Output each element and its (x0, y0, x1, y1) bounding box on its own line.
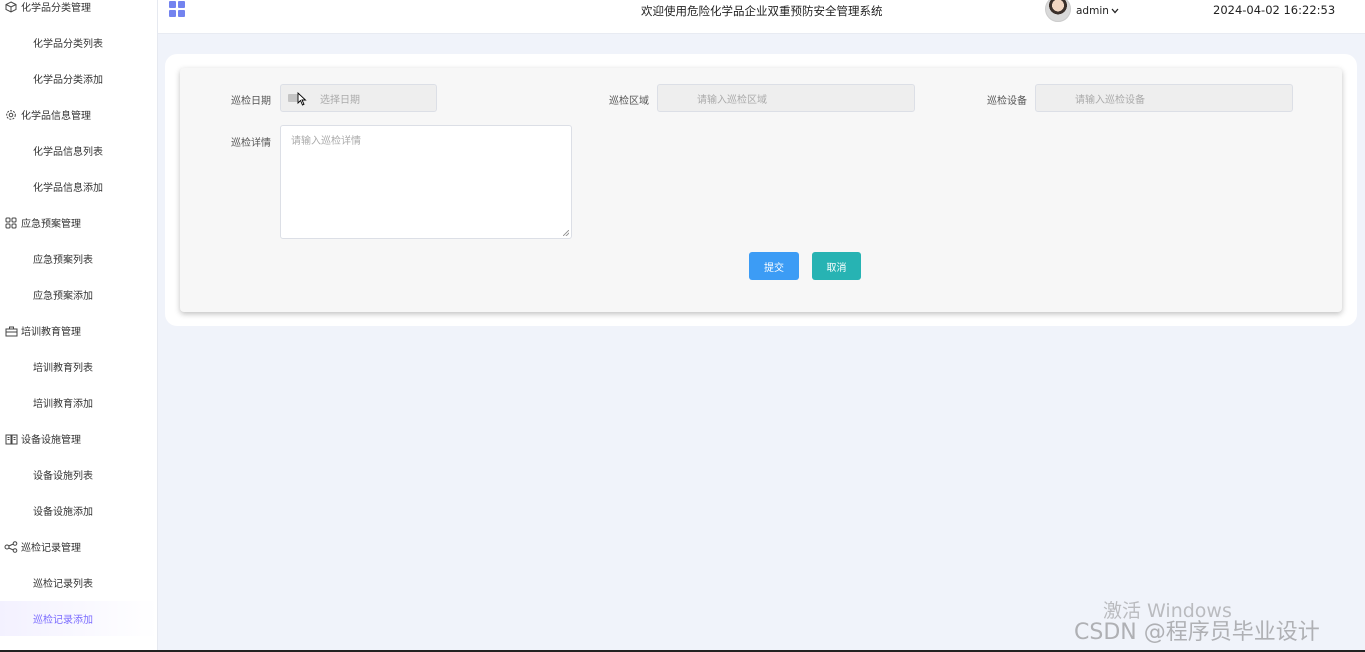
sidebar-group-label: 培训教育管理 (21, 327, 81, 338)
sidebar-item-emergency-plan-list[interactable]: 应急预案列表 (0, 241, 157, 277)
sidebar-group-label: 化学品分类管理 (21, 3, 91, 14)
area-placeholder: 请输入巡检区域 (697, 94, 767, 106)
sidebar-group-chemical-category[interactable]: 化学品分类管理 (0, 0, 157, 25)
cancel-button[interactable]: 取消 (812, 252, 861, 280)
user-menu[interactable]: admin (1076, 5, 1119, 17)
sidebar-item-chemical-info-list[interactable]: 化学品信息列表 (0, 133, 157, 169)
sidebar-item-label: 化学品信息列表 (33, 147, 103, 159)
csdn-watermark: CSDN @程序员毕业设计 (1074, 620, 1320, 645)
book-icon (4, 432, 18, 446)
sidebar-item-label: 培训教育列表 (33, 363, 93, 375)
sidebar-item-label: 培训教育添加 (33, 398, 93, 410)
sidebar-group-chemical-info[interactable]: 化学品信息管理 (0, 96, 157, 133)
sidebar: 化学品分类管理 化学品分类列表 化学品分类添加 化学品信息管理 化学品信息列表 … (0, 0, 158, 652)
sidebar-group-emergency-plan[interactable]: 应急预案管理 (0, 204, 157, 241)
sidebar-item-inspection-list[interactable]: 巡检记录列表 (0, 565, 157, 601)
menu-grid-icon[interactable] (169, 1, 185, 17)
sidebar-item-label: 设备设施添加 (33, 506, 93, 518)
gear-icon (4, 108, 18, 122)
area-input[interactable]: 请输入巡检区域 (657, 84, 915, 112)
sidebar-item-chemical-category-list[interactable]: 化学品分类列表 (0, 25, 157, 61)
sidebar-group-inspection[interactable]: 巡检记录管理 (0, 528, 157, 565)
sidebar-group-label: 设备设施管理 (21, 435, 81, 446)
detail-textarea[interactable]: 请输入巡检详情 (280, 125, 572, 239)
grid-icon (4, 216, 18, 230)
box-icon (4, 0, 18, 14)
sidebar-group-label: 应急预案管理 (21, 219, 81, 230)
sidebar-item-label: 化学品信息添加 (33, 182, 103, 194)
sidebar-item-label: 巡检记录添加 (33, 614, 93, 626)
site-title: 欢迎使用危险化学品企业双重预防安全管理系统 (641, 4, 883, 18)
submit-button[interactable]: 提交 (749, 252, 799, 280)
chevron-down-icon (1111, 5, 1119, 17)
detail-placeholder: 请输入巡检详情 (291, 136, 361, 147)
sidebar-item-label: 应急预案列表 (33, 255, 93, 267)
sidebar-group-label: 化学品信息管理 (21, 111, 91, 122)
sidebar-item-chemical-category-add[interactable]: 化学品分类添加 (0, 61, 157, 97)
sidebar-item-equipment-add[interactable]: 设备设施添加 (0, 493, 157, 529)
date-label: 巡检日期 (231, 96, 271, 107)
sidebar-item-training-add[interactable]: 培训教育添加 (0, 385, 157, 421)
datetime-display: 2024-04-02 16:22:53 (1213, 3, 1336, 17)
mouse-cursor-icon (297, 91, 307, 110)
device-label: 巡检设备 (987, 96, 1027, 107)
device-placeholder: 请输入巡检设备 (1075, 94, 1145, 106)
resize-handle[interactable] (563, 230, 569, 236)
avatar[interactable] (1045, 0, 1071, 22)
date-placeholder: 选择日期 (320, 94, 360, 106)
sidebar-item-inspection-add[interactable]: 巡检记录添加 (0, 600, 157, 636)
sidebar-item-label: 应急预案添加 (33, 290, 93, 302)
sidebar-group-training[interactable]: 培训教育管理 (0, 312, 157, 349)
device-input[interactable]: 请输入巡检设备 (1035, 84, 1293, 112)
username: admin (1076, 5, 1109, 17)
sidebar-item-label: 巡检记录列表 (33, 579, 93, 591)
sidebar-item-label: 化学品分类列表 (33, 39, 103, 51)
sidebar-item-label: 化学品分类添加 (33, 74, 103, 86)
detail-label: 巡检详情 (231, 138, 271, 149)
area-label: 巡检区域 (609, 96, 649, 107)
share-icon (4, 540, 18, 554)
sidebar-item-equipment-list[interactable]: 设备设施列表 (0, 457, 157, 493)
briefcase-icon (4, 324, 18, 338)
sidebar-item-label: 设备设施列表 (33, 471, 93, 483)
sidebar-item-emergency-plan-add[interactable]: 应急预案添加 (0, 277, 157, 313)
sidebar-item-training-list[interactable]: 培训教育列表 (0, 349, 157, 385)
sidebar-item-chemical-info-add[interactable]: 化学品信息添加 (0, 169, 157, 205)
top-header: 欢迎使用危险化学品企业双重预防安全管理系统 admin 2024-04-02 1… (158, 0, 1365, 34)
sidebar-group-equipment[interactable]: 设备设施管理 (0, 420, 157, 457)
sidebar-group-label: 巡检记录管理 (21, 543, 81, 554)
